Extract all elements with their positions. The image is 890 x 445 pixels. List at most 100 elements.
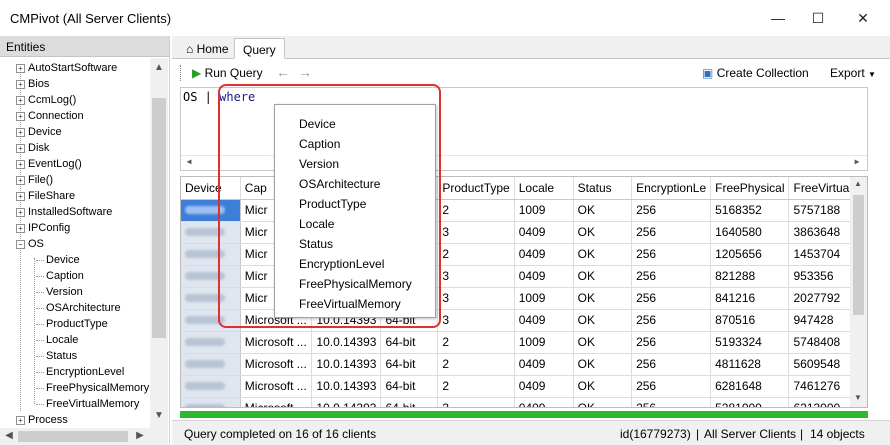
scroll-down-icon[interactable]: ▼ — [850, 393, 866, 402]
table-cell: 3 — [437, 397, 515, 407]
tree-node[interactable]: + AutoStartSoftware — [16, 60, 117, 76]
entities-vertical-scrollbar[interactable]: ▲ ▼ — [150, 58, 168, 428]
toolbar-grip — [180, 65, 183, 81]
tree-node[interactable]: FreeVirtualMemory — [36, 396, 139, 412]
tree-node[interactable]: + Bios — [16, 76, 49, 92]
scroll-left-icon[interactable]: ◀ — [181, 157, 197, 166]
table-row[interactable]: Microsoft ... 10.0.14393 64-bit 3 0409 OK 256 5… — [181, 397, 867, 407]
background-window-fragment — [190, 0, 690, 2]
tree-node[interactable]: Device — [36, 252, 80, 268]
tree-node[interactable]: FreePhysicalMemory — [36, 380, 149, 396]
tree-node[interactable]: OSArchitecture — [36, 300, 121, 316]
tree-node[interactable]: Caption — [36, 268, 84, 284]
table-cell: 6281648 — [710, 375, 790, 398]
scroll-up-icon[interactable]: ▲ — [850, 179, 866, 188]
maximize-button[interactable]: ☐ — [798, 6, 838, 30]
tree-node-label: InstalledSoftware — [28, 206, 113, 218]
tree-node[interactable]: ProductType — [36, 316, 108, 332]
table-cell: 3 — [437, 309, 515, 332]
expand-icon[interactable]: + — [16, 143, 25, 153]
column-header[interactable]: FreePhysical — [710, 177, 790, 200]
entities-horizontal-scrollbar[interactable]: ◀ ▶ — [0, 428, 168, 445]
minimize-button[interactable]: — — [758, 6, 798, 30]
tree-node[interactable]: Version — [36, 284, 83, 300]
expand-icon[interactable]: + — [16, 63, 25, 73]
play-icon: ▶ — [192, 66, 202, 80]
tree-node-label: FreeVirtualMemory — [46, 398, 140, 410]
scroll-down-icon[interactable]: ▼ — [151, 410, 167, 421]
tree-node[interactable]: EncryptionLevel — [36, 364, 124, 380]
tab-home[interactable]: ⌂ Home — [178, 38, 237, 59]
redacted-device-name — [185, 360, 225, 368]
tree-node[interactable]: + Process — [16, 412, 68, 428]
tree-node[interactable]: + Connection — [16, 108, 84, 124]
tree-node[interactable]: + IPConfig — [16, 220, 70, 236]
device-cell-redacted — [181, 353, 241, 376]
create-collection-button[interactable]: ▣ Create Collection — [702, 66, 809, 80]
table-cell: OK — [573, 331, 633, 354]
grid-vertical-scrollbar[interactable]: ▲ ▼ — [850, 177, 867, 407]
tree-node-label: OS — [28, 238, 44, 250]
scroll-left-icon[interactable]: ◀ — [1, 430, 17, 441]
column-header[interactable]: Status — [573, 177, 633, 200]
tree-node-label: File() — [28, 174, 54, 186]
expand-icon[interactable]: + — [16, 159, 25, 169]
table-cell: Microsoft ... — [240, 375, 313, 398]
scroll-thumb[interactable] — [152, 98, 166, 338]
table-cell: 256 — [631, 331, 712, 354]
tree-node[interactable]: + InstalledSoftware — [16, 204, 112, 220]
tree-node[interactable]: + Disk — [16, 140, 49, 156]
tree-node[interactable]: Status — [36, 348, 77, 364]
tree-connector — [36, 275, 44, 277]
table-cell: 256 — [631, 199, 712, 222]
table-cell: 1640580 — [710, 221, 790, 244]
tree-node-label: ProductType — [46, 318, 108, 330]
back-arrow-icon[interactable]: ← — [276, 64, 290, 80]
table-row[interactable]: Microsoft ... 10.0.14393 64-bit 2 1009 OK 256 5… — [181, 331, 867, 354]
export-button[interactable]: Export ▼ — [830, 66, 876, 80]
scroll-up-icon[interactable]: ▲ — [151, 62, 167, 73]
expand-icon[interactable]: + — [16, 223, 25, 233]
tab-bar: ⌂ Home Query — [172, 36, 890, 59]
scroll-right-icon[interactable]: ▶ — [132, 430, 148, 441]
run-query-label: Run Query — [204, 66, 263, 80]
expand-icon[interactable]: + — [16, 191, 25, 201]
query-progress-bar — [180, 411, 868, 418]
expand-icon[interactable]: + — [16, 79, 25, 89]
scroll-thumb[interactable] — [18, 431, 128, 442]
tree-node[interactable]: Locale — [36, 332, 78, 348]
tree-node[interactable]: − OS — [16, 236, 44, 252]
table-row[interactable]: Microsoft ... 10.0.14393 64-bit 2 0409 OK 256 6… — [181, 375, 867, 398]
scroll-right-icon[interactable]: ▶ — [849, 157, 865, 166]
table-cell: 64-bit — [380, 375, 439, 398]
tree-node[interactable]: + FileShare — [16, 188, 75, 204]
tree-node[interactable]: + EventLog() — [16, 156, 82, 172]
expand-icon[interactable]: + — [16, 127, 25, 137]
redacted-device-name — [185, 382, 225, 390]
close-button[interactable]: ✕ — [843, 6, 883, 30]
run-query-button[interactable]: ▶ Run Query — [192, 66, 263, 80]
expand-icon[interactable]: + — [16, 207, 25, 217]
table-cell: OK — [573, 353, 633, 376]
tab-query[interactable]: Query — [234, 38, 285, 59]
device-cell-redacted — [181, 375, 241, 398]
column-header[interactable]: ProductType — [437, 177, 515, 200]
tree-node[interactable]: + CcmLog() — [16, 92, 76, 108]
table-row[interactable]: Microsoft ... 10.0.14393 64-bit 2 0409 OK 256 4… — [181, 353, 867, 376]
table-cell: Microsoft ... — [240, 397, 313, 407]
collapse-icon[interactable]: − — [16, 239, 25, 249]
forward-arrow-icon[interactable]: → — [298, 64, 312, 80]
column-header[interactable]: Locale — [514, 177, 574, 200]
expand-icon[interactable]: + — [16, 175, 25, 185]
table-cell: OK — [573, 287, 633, 310]
expand-icon[interactable]: + — [16, 95, 25, 105]
scroll-thumb[interactable] — [853, 195, 864, 315]
expand-icon[interactable]: + — [16, 111, 25, 121]
tree-node[interactable]: + File() — [16, 172, 53, 188]
table-cell: OK — [573, 199, 633, 222]
expand-icon[interactable]: + — [16, 415, 25, 425]
tree-node[interactable]: + Device — [16, 124, 62, 140]
column-header[interactable]: EncryptionLe — [631, 177, 712, 200]
table-cell: 4811628 — [710, 353, 790, 376]
tab-home-label: Home — [196, 42, 229, 56]
